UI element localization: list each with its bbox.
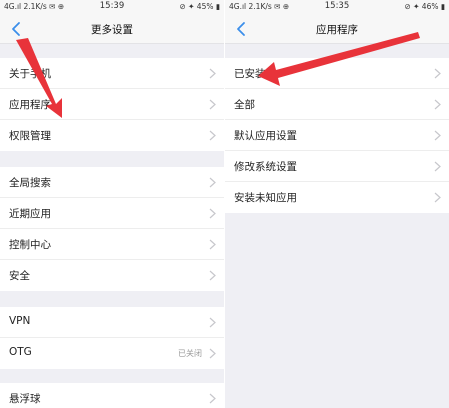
status-bar: 4G.ıl 2.1K/s ✉ ⊕ 15:39 ⊘ ✦ 45% ▮ xyxy=(0,0,224,14)
row-label: 安全 xyxy=(9,270,30,282)
chevron-right-icon xyxy=(434,192,441,203)
row-label: 全部 xyxy=(234,99,255,111)
row-floating-ball[interactable]: 悬浮球 xyxy=(0,383,224,408)
row-recent-apps[interactable]: 近期应用 xyxy=(0,198,224,229)
row-label: 控制中心 xyxy=(9,239,51,251)
row-vpn[interactable]: VPN xyxy=(0,307,224,338)
row-control-center[interactable]: 控制中心 xyxy=(0,229,224,260)
chevron-right-icon xyxy=(209,239,216,250)
row-label: 已安装 xyxy=(234,68,266,80)
row-otg[interactable]: OTG 已关闭 xyxy=(0,338,224,369)
chevron-right-icon xyxy=(209,130,216,141)
row-label: 应用程序 xyxy=(9,99,51,111)
chevron-right-icon xyxy=(434,130,441,141)
row-label: 全局搜索 xyxy=(9,177,51,189)
applications-list: 已安装 全部 默认应用设置 修改系统设置 安装未知应用 xyxy=(225,58,449,213)
row-label: 关于手机 xyxy=(9,68,51,80)
chevron-right-icon xyxy=(209,99,216,110)
settings-group-3: VPN OTG 已关闭 xyxy=(0,307,224,369)
settings-group-4: 悬浮球 xyxy=(0,383,224,408)
chevron-right-icon xyxy=(434,68,441,79)
status-bar: 4G.ıl 2.1K/s ✉ ⊕ 15:35 ⊘ ✦ 46% ▮ xyxy=(225,0,449,14)
chevron-right-icon xyxy=(209,177,216,188)
otg-status-value: 已关闭 xyxy=(178,349,202,358)
row-global-search[interactable]: 全局搜索 xyxy=(0,167,224,198)
chevron-right-icon xyxy=(434,161,441,172)
row-default-apps[interactable]: 默认应用设置 xyxy=(225,120,449,151)
row-label: OTG xyxy=(9,346,32,358)
applications-screen: 4G.ıl 2.1K/s ✉ ⊕ 15:35 ⊘ ✦ 46% ▮ 应用程序 已安… xyxy=(225,0,449,408)
row-modify-system-settings[interactable]: 修改系统设置 xyxy=(225,151,449,182)
settings-group-1: 关于手机 应用程序 权限管理 xyxy=(0,58,224,151)
chevron-right-icon xyxy=(209,270,216,281)
row-label: 权限管理 xyxy=(9,130,51,142)
page-title: 应用程序 xyxy=(316,24,358,36)
chevron-right-icon xyxy=(209,348,216,359)
row-about-phone[interactable]: 关于手机 xyxy=(0,58,224,89)
row-label: 近期应用 xyxy=(9,208,51,220)
nav-bar: 更多设置 xyxy=(0,14,224,44)
chevron-right-icon xyxy=(209,68,216,79)
row-permissions[interactable]: 权限管理 xyxy=(0,120,224,151)
row-label: 修改系统设置 xyxy=(234,161,297,173)
row-install-unknown-apps[interactable]: 安装未知应用 xyxy=(225,182,449,213)
row-label: 安装未知应用 xyxy=(234,192,297,204)
chevron-right-icon xyxy=(209,208,216,219)
page-title: 更多设置 xyxy=(91,24,133,36)
chevron-right-icon xyxy=(434,99,441,110)
row-label: 默认应用设置 xyxy=(234,130,297,142)
row-label: 悬浮球 xyxy=(9,393,41,405)
battery-status: ⊘ ✦ 45% ▮ xyxy=(179,2,220,11)
row-security[interactable]: 安全 xyxy=(0,260,224,291)
settings-group-2: 全局搜索 近期应用 控制中心 安全 xyxy=(0,167,224,291)
row-installed[interactable]: 已安装 xyxy=(225,58,449,89)
nav-bar: 应用程序 xyxy=(225,14,449,44)
chevron-right-icon xyxy=(209,317,216,328)
row-all[interactable]: 全部 xyxy=(225,89,449,120)
chevron-right-icon xyxy=(209,393,216,404)
row-applications[interactable]: 应用程序 xyxy=(0,89,224,120)
row-label: VPN xyxy=(9,315,31,327)
battery-status: ⊘ ✦ 46% ▮ xyxy=(404,2,445,11)
more-settings-screen: 4G.ıl 2.1K/s ✉ ⊕ 15:39 ⊘ ✦ 45% ▮ 更多设置 关于… xyxy=(0,0,224,408)
